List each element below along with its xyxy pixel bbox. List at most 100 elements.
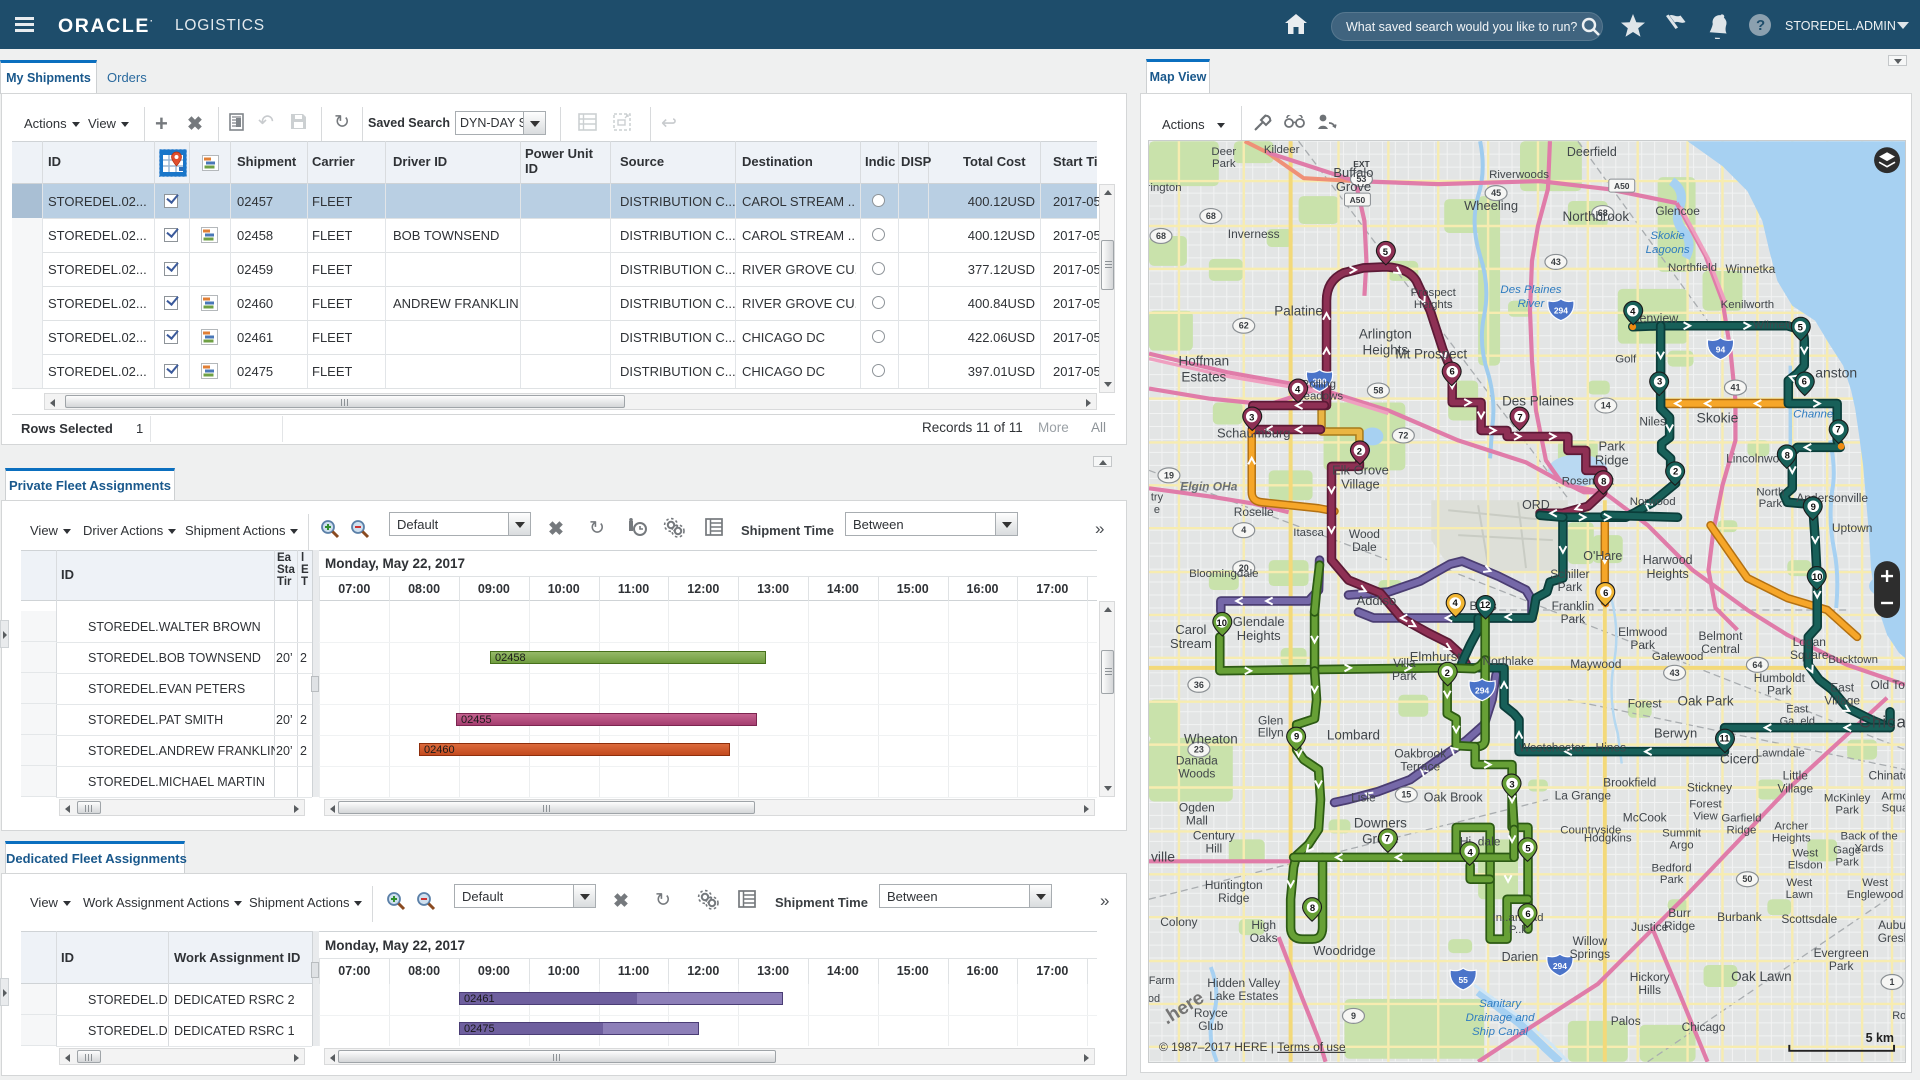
svg-text:Des Plaines: Des Plaines (1502, 394, 1574, 409)
svg-text:Hills: Hills (1638, 983, 1661, 997)
svg-text:Huntington: Huntington (1205, 878, 1263, 892)
svg-text:4: 4 (1468, 847, 1474, 858)
svg-text:Lawn: Lawn (1786, 889, 1813, 901)
svg-text:Village: Village (1824, 694, 1860, 708)
svg-text:Park: Park (1767, 684, 1792, 698)
svg-text:Gresh: Gresh (1878, 931, 1906, 945)
svg-text:Skokie: Skokie (1650, 230, 1684, 242)
svg-text:Hidden Valley: Hidden Valley (1207, 976, 1280, 990)
svg-text:45: 45 (1491, 188, 1501, 198)
svg-text:Ridge: Ridge (1595, 452, 1629, 467)
svg-text:East: East (1830, 681, 1855, 695)
svg-text:Archer: Archer (1774, 820, 1808, 832)
svg-text:94: 94 (1716, 345, 1726, 355)
svg-text:Buffalo: Buffalo (1333, 165, 1373, 180)
svg-text:Old Tow: Old Tow (1871, 678, 1906, 692)
svg-text:Bloomingdale: Bloomingdale (1189, 568, 1258, 580)
svg-text:Mt Prospect: Mt Prospect (1395, 347, 1467, 362)
svg-text:Park: Park (1759, 498, 1783, 510)
svg-text:4: 4 (1453, 598, 1459, 609)
svg-text:Park: Park (1835, 804, 1859, 816)
svg-text:e: e (1154, 504, 1160, 516)
svg-text:O'Hare: O'Hare (1583, 549, 1622, 563)
svg-text:Stream: Stream (1170, 636, 1212, 651)
svg-text:15: 15 (1401, 789, 1411, 799)
svg-text:64: 64 (1752, 660, 1762, 670)
svg-text:Colony: Colony (1160, 915, 1197, 929)
svg-text:Northlake: Northlake (1482, 654, 1534, 668)
svg-text:North: North (1756, 486, 1784, 498)
svg-text:2: 2 (1357, 446, 1362, 457)
svg-text:Carol: Carol (1175, 622, 1206, 637)
svg-text:Oak Brook: Oak Brook (1424, 790, 1484, 804)
svg-text:Hodgkins: Hodgkins (1584, 832, 1632, 844)
svg-text:West: West (1786, 877, 1813, 889)
svg-text:Lagoons: Lagoons (1646, 244, 1690, 256)
svg-text:4: 4 (1630, 307, 1636, 318)
svg-text:8: 8 (1310, 903, 1315, 914)
svg-text:Maywood: Maywood (1570, 657, 1621, 671)
svg-text:Ship Canal: Ship Canal (1472, 1026, 1528, 1038)
svg-text:Palatine: Palatine (1274, 304, 1323, 319)
svg-text:Palos: Palos (1611, 1014, 1641, 1028)
svg-text:Village: Village (1341, 476, 1380, 491)
svg-text:8: 8 (1601, 476, 1606, 487)
svg-text:McCook: McCook (1623, 810, 1667, 824)
svg-text:Roselle: Roselle (1234, 505, 1274, 519)
svg-text:Cicero: Cicero (1720, 752, 1759, 767)
svg-text:Park: Park (1561, 612, 1586, 626)
svg-text:Brookfield: Brookfield (1603, 776, 1656, 790)
svg-text:Kenilworth: Kenilworth (1721, 299, 1774, 311)
svg-text:Burbank: Burbank (1717, 910, 1762, 924)
svg-text:Darien: Darien (1502, 950, 1539, 964)
svg-text:72: 72 (1398, 430, 1408, 440)
svg-text:Heights: Heights (1647, 567, 1689, 581)
svg-text:d Farm: d Farm (1148, 975, 1174, 987)
svg-text:Itasca: Itasca (1293, 527, 1324, 539)
svg-text:Ga..eld: Ga..eld (1780, 716, 1815, 728)
svg-text:West: West (1792, 847, 1819, 859)
svg-text:ville: ville (1151, 848, 1175, 864)
svg-text:Oak Park: Oak Park (1677, 694, 1733, 709)
svg-text:6: 6 (1603, 588, 1608, 599)
svg-text:Woods: Woods (1178, 767, 1215, 781)
svg-text:Addiso: Addiso (1357, 593, 1397, 608)
svg-text:62: 62 (1239, 321, 1249, 331)
svg-text:Lombard: Lombard (1327, 728, 1380, 743)
svg-text:Garfield: Garfield (1721, 812, 1761, 824)
svg-text:7: 7 (1385, 833, 1390, 844)
svg-text:Winnetka: Winnetka (1725, 262, 1775, 276)
svg-text:2: 2 (1673, 466, 1678, 477)
svg-text:Hines: Hines (1595, 741, 1626, 755)
svg-text:Heights: Heights (1237, 628, 1281, 643)
svg-text:Stickney: Stickney (1687, 780, 1732, 794)
svg-text:Golf: Golf (1615, 354, 1637, 366)
svg-text:Squa: Squa (1882, 802, 1906, 814)
svg-text:Oaks: Oaks (1250, 931, 1278, 945)
svg-text:Belmont: Belmont (1699, 629, 1744, 643)
svg-text:Springs: Springs (1570, 947, 1611, 961)
svg-text:Chicago: Chicago (1682, 1020, 1726, 1034)
svg-text:5: 5 (1383, 247, 1388, 258)
svg-text:arrington: arrington (1148, 182, 1182, 194)
svg-text:Prospect: Prospect (1411, 287, 1457, 299)
svg-text:Summit: Summit (1662, 827, 1702, 839)
svg-text:Niles: Niles (1639, 414, 1666, 428)
svg-text:Aubur: Aubur (1878, 918, 1906, 932)
svg-text:Wheaton: Wheaton (1184, 732, 1238, 747)
svg-text:Square: Square (1790, 648, 1829, 662)
svg-text:50: 50 (1742, 874, 1752, 884)
svg-text:1: 1 (1890, 977, 1895, 987)
svg-text:Schiller: Schiller (1550, 567, 1589, 581)
svg-text:9: 9 (1811, 502, 1816, 513)
svg-text:294: 294 (1554, 306, 1568, 316)
svg-text:Norwood: Norwood (1630, 496, 1676, 508)
svg-text:Humboldt: Humboldt (1754, 671, 1806, 685)
svg-text:Hill: Hill (1206, 841, 1223, 855)
svg-text:Downers: Downers (1354, 815, 1407, 830)
svg-text:Park: Park (1660, 874, 1684, 886)
svg-text:Elmhurst: Elmhurst (1410, 649, 1462, 664)
svg-text:Hoffman: Hoffman (1179, 354, 1230, 369)
svg-text:Skokie: Skokie (1697, 409, 1739, 425)
svg-text:Mall: Mall (1186, 813, 1208, 827)
